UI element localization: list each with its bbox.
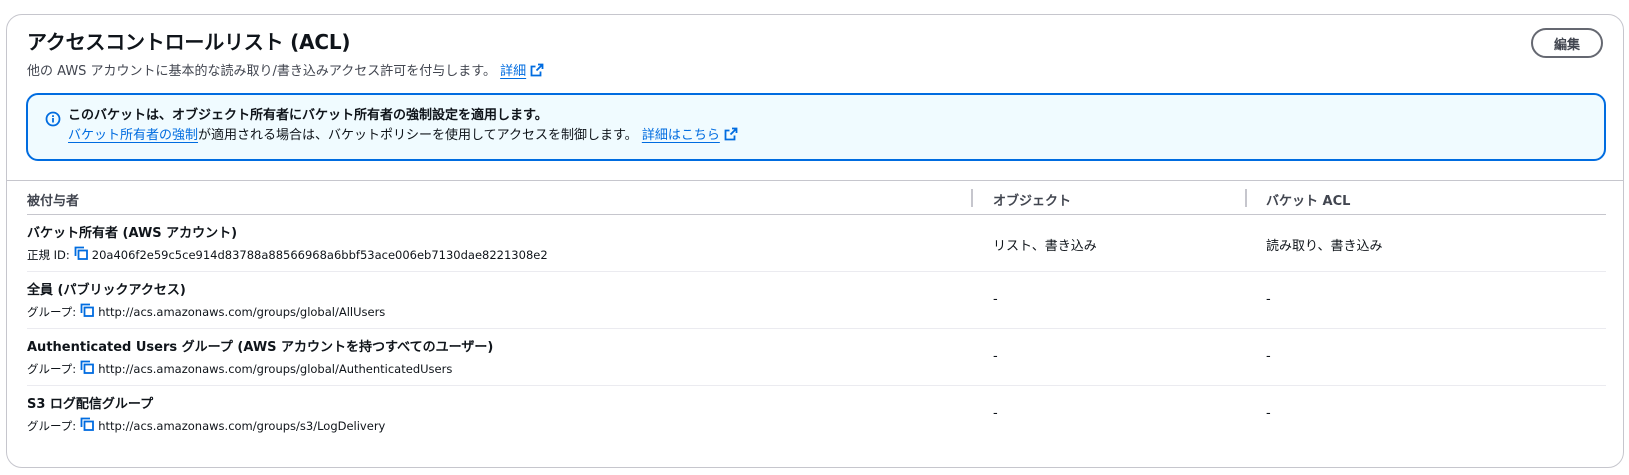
copy-icon[interactable] — [74, 246, 88, 264]
edit-button[interactable]: 編集 — [1531, 28, 1603, 58]
grantee-group-uri: http://acs.amazonaws.com/groups/global/A… — [98, 305, 386, 319]
description-text: 他の AWS アカウントに基本的な読み取り/書き込みアクセス許可を付与します。 — [27, 64, 496, 79]
alert-detail-link-label: 詳細はこちら — [641, 128, 720, 143]
grantee-name: S3 ログ配信グループ — [27, 397, 154, 412]
info-alert: このバケットは、オブジェクト所有者にバケット所有者の強制設定を適用します。 バケ… — [26, 93, 1606, 161]
panel-title: アクセスコントロールリスト (ACL) — [27, 30, 351, 54]
grantee-cell: バケット所有者 (AWS アカウント) 正規 ID: 20a406f2e59c5… — [27, 225, 548, 264]
alert-body: バケット所有者の強制が適用される場合は、バケットポリシーを使用してアクセスを制御… — [68, 126, 1588, 148]
grantee-name: Authenticated Users グループ (AWS アカウントを持つすべ… — [27, 340, 494, 355]
object-permission: リスト、書き込み — [993, 239, 1097, 254]
column-resizer[interactable] — [1245, 189, 1247, 207]
panel-description: 他の AWS アカウントに基本的な読み取り/書き込みアクセス許可を付与します。 … — [27, 63, 1603, 83]
object-permission: - — [993, 292, 998, 307]
copy-icon[interactable] — [80, 303, 95, 321]
acl-table: 被付与者 オブジェクト バケット ACL バケット所有者 (AWS アカウント)… — [27, 181, 1606, 443]
column-header-bucket-acl: バケット ACL — [1266, 194, 1351, 209]
grantee-name: 全員 (パブリックアクセス) — [27, 283, 186, 298]
column-header-grantee: 被付与者 — [27, 194, 80, 209]
grantee-group: グループ: http://acs.amazonaws.com/groups/gl… — [27, 360, 493, 378]
info-icon — [45, 111, 61, 131]
table-row: S3 ログ配信グループ グループ: http://acs.amazonaws.c… — [27, 386, 1606, 443]
copy-icon[interactable] — [80, 360, 95, 378]
detail-link-label: 詳細 — [500, 64, 527, 79]
grantee-group-uri: http://acs.amazonaws.com/groups/s3/LogDe… — [98, 419, 386, 433]
grantee-id: 正規 ID: 20a406f2e59c5ce914d83788a88566968… — [27, 246, 548, 264]
grantee-cell: 全員 (パブリックアクセス) グループ: http://acs.amazonaw… — [27, 282, 385, 321]
acl-panel: アクセスコントロールリスト (ACL) 他の AWS アカウントに基本的な読み取… — [6, 14, 1624, 468]
table-row: Authenticated Users グループ (AWS アカウントを持つすべ… — [27, 329, 1606, 386]
external-link-icon — [530, 63, 544, 83]
object-permission: - — [993, 406, 998, 421]
bucket-acl-permission: - — [1266, 292, 1271, 307]
copy-icon[interactable] — [80, 417, 95, 435]
grantee-cell: Authenticated Users グループ (AWS アカウントを持つすべ… — [27, 339, 493, 378]
object-permission: - — [993, 349, 998, 364]
alert-body-text: が適用される場合は、バケットポリシーを使用してアクセスを制御します。 — [198, 128, 638, 143]
column-header-object: オブジェクト — [993, 194, 1072, 209]
bucket-owner-enforced-link[interactable]: バケット所有者の強制 — [68, 128, 198, 143]
external-link-icon — [724, 127, 738, 148]
grantee-id-label: 正規 ID: — [27, 248, 70, 262]
grantee-cell: S3 ログ配信グループ グループ: http://acs.amazonaws.c… — [27, 396, 385, 435]
grantee-group: グループ: http://acs.amazonaws.com/groups/gl… — [27, 303, 385, 321]
table-row: バケット所有者 (AWS アカウント) 正規 ID: 20a406f2e59c5… — [27, 215, 1606, 272]
grantee-group-label: グループ: — [27, 362, 77, 376]
grantee-group: グループ: http://acs.amazonaws.com/groups/s3… — [27, 417, 385, 435]
table-row: 全員 (パブリックアクセス) グループ: http://acs.amazonaw… — [27, 272, 1606, 329]
panel-header: アクセスコントロールリスト (ACL) 他の AWS アカウントに基本的な読み取… — [27, 29, 1603, 89]
grantee-name: バケット所有者 (AWS アカウント) — [27, 226, 238, 241]
column-resizer[interactable] — [971, 189, 973, 207]
alert-title: このバケットは、オブジェクト所有者にバケット所有者の強制設定を適用します。 — [68, 108, 548, 123]
table-header: 被付与者 オブジェクト バケット ACL — [27, 181, 1606, 215]
bucket-acl-permission: - — [1266, 349, 1271, 364]
alert-detail-link[interactable]: 詳細はこちら — [641, 127, 738, 143]
grantee-group-label: グループ: — [27, 305, 77, 319]
grantee-group-uri: http://acs.amazonaws.com/groups/global/A… — [98, 362, 453, 376]
grantee-group-label: グループ: — [27, 419, 77, 433]
bucket-acl-permission: - — [1266, 406, 1271, 421]
detail-link[interactable]: 詳細 — [500, 63, 544, 79]
bucket-acl-permission: 読み取り、書き込み — [1266, 239, 1383, 254]
grantee-id-value: 20a406f2e59c5ce914d83788a88566968a6bbf53… — [91, 248, 548, 262]
